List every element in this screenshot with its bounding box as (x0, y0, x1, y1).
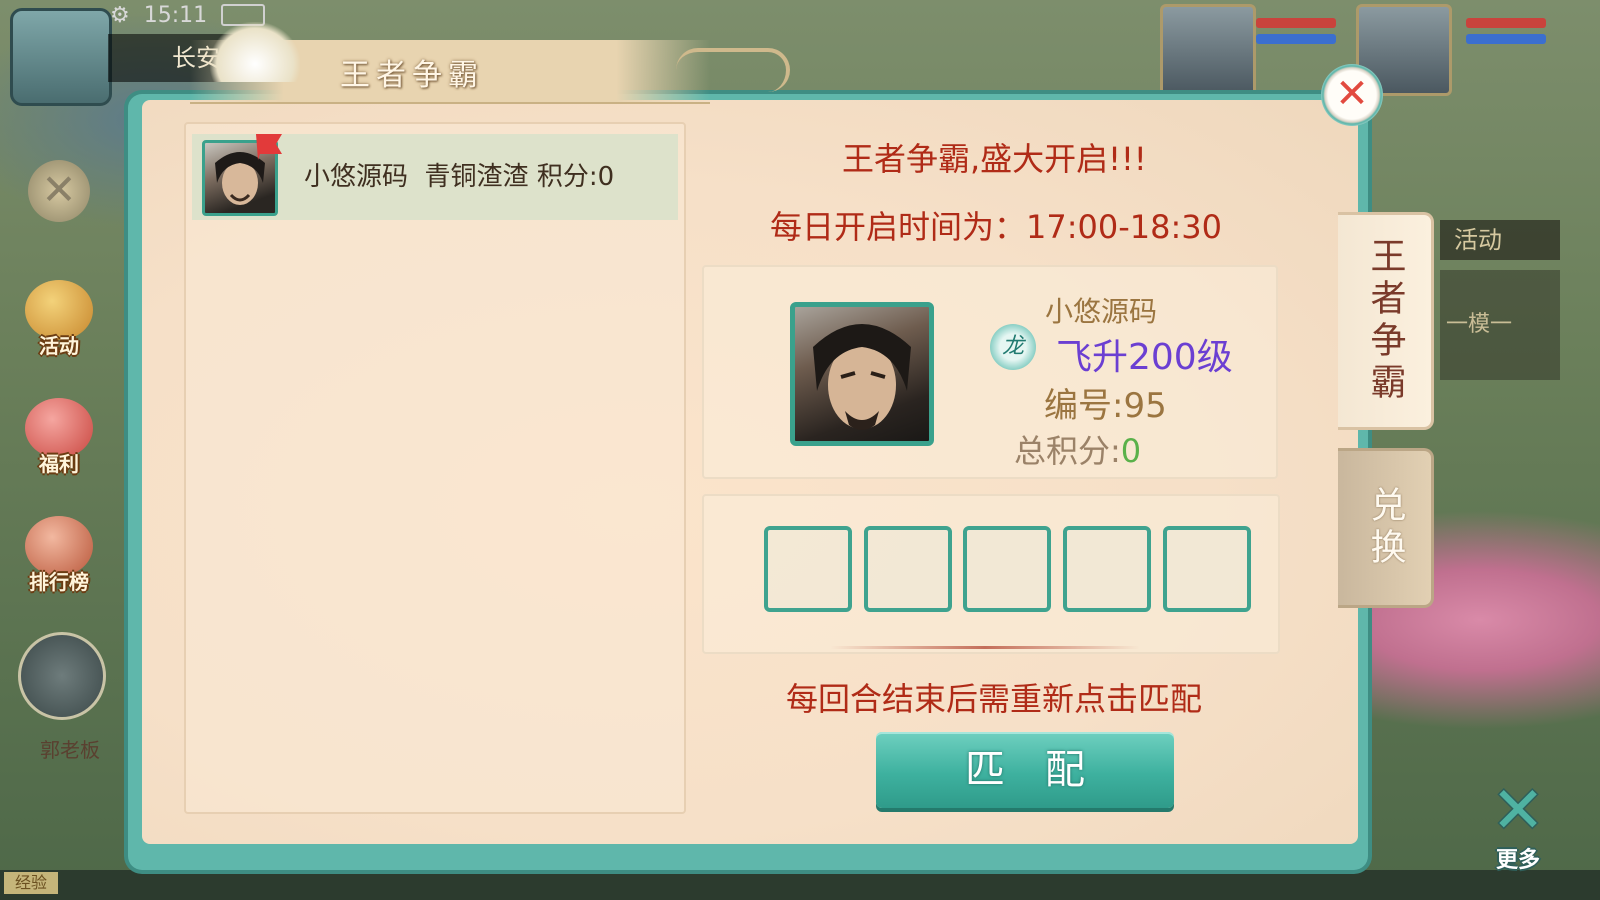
lotus-icon (210, 22, 300, 82)
rank-score-label: 积分: (536, 162, 598, 192)
match-slot (963, 526, 1051, 612)
side-button-label: 排行榜 (29, 570, 89, 594)
dragon-badge-icon: 龙 (990, 324, 1036, 370)
more-label: 更多 (1495, 848, 1540, 873)
total-score-label: 总积分: (1014, 432, 1121, 470)
rank-title: 青铜渣渣 (424, 162, 529, 192)
pet-portrait[interactable] (1160, 4, 1256, 96)
more-button[interactable]: ✕ 更多 (1478, 774, 1558, 873)
flag-icon (256, 134, 282, 160)
tab-king-battle[interactable]: 王者争霸 (1338, 212, 1434, 430)
chat-icon[interactable] (18, 632, 106, 720)
rematch-note: 每回合结束后需重新点击匹配 (786, 680, 1203, 718)
match-slot (864, 526, 952, 612)
event-headline: 王者争霸,盛大开启!!! (842, 140, 1147, 178)
dialog-title: 王者争霸 (340, 58, 484, 93)
rank-score: 0 (597, 162, 615, 192)
status-time: 15:11 (143, 2, 208, 28)
side-button-label: 活动 (39, 334, 79, 358)
rank-player-name: 小悠源码 (304, 162, 409, 192)
boss-label: 郭老板 (40, 738, 100, 762)
match-slot (1163, 526, 1251, 612)
player-name: 小悠源码 (1045, 295, 1158, 328)
player-number-value: 95 (1123, 386, 1167, 426)
player-mp-bar (1466, 34, 1546, 44)
activity-sub: 一模一 (1440, 270, 1560, 380)
side-close-icon[interactable]: ✕ (28, 160, 90, 222)
total-score-value: 0 (1120, 432, 1142, 470)
player-hp-bar (1466, 18, 1546, 28)
player-level: 飞升200级 (1056, 337, 1233, 378)
close-button[interactable]: ✕ (1321, 64, 1383, 126)
list-item-text: 小悠源码 青铜渣渣 积分:0 (304, 156, 614, 193)
player-number-label: 编号: (1044, 386, 1124, 426)
more-icon: ✕ (1491, 774, 1545, 848)
pet-hp-bar (1256, 18, 1336, 28)
match-slot (764, 526, 852, 612)
pet-mp-bar (1256, 34, 1336, 44)
divider (830, 646, 1140, 649)
total-score: 总积分:0 (1014, 426, 1141, 472)
player-avatar (790, 302, 934, 446)
match-slot (1063, 526, 1151, 612)
bottom-bar (0, 870, 1600, 900)
open-time: 每日开启时间为：17:00-18:30 (770, 202, 1222, 248)
match-button[interactable]: 匹配 (876, 732, 1174, 808)
ranking-list[interactable] (184, 122, 686, 814)
side-button-label: 福利 (39, 452, 79, 476)
tab-exchange[interactable]: 兑换 (1338, 448, 1434, 608)
side-button-ranking[interactable]: 排行榜 (16, 516, 102, 604)
side-button-activity[interactable]: 活动 (16, 280, 102, 368)
player-number: 编号:95 (1044, 378, 1167, 427)
gear-icon: ⚙ (110, 2, 130, 28)
map-button[interactable] (10, 8, 112, 106)
open-time-range: 17:00-18:30 (1026, 208, 1222, 246)
side-button-welfare[interactable]: 福利 (16, 398, 102, 486)
activity-tab[interactable]: 活动 (1440, 220, 1560, 260)
exp-label: 经验 (4, 872, 58, 894)
open-time-label: 每日开启时间为： (770, 208, 1027, 246)
